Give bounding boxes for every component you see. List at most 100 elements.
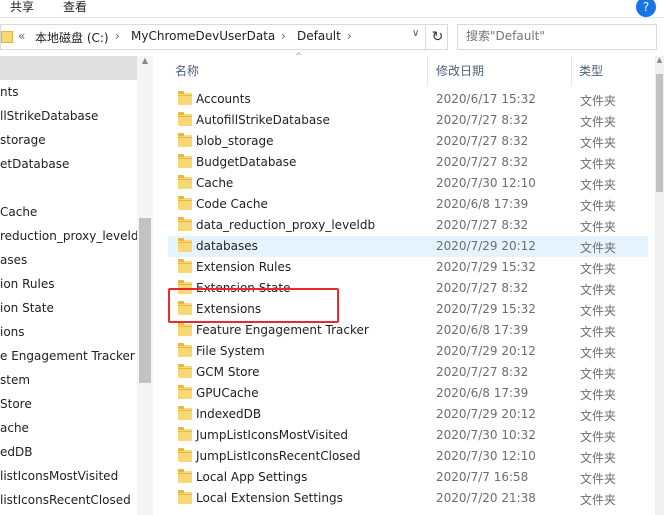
column-header-date[interactable]: 修改日期 [436, 62, 484, 79]
nav-item[interactable]: listIconsRecentClosed [0, 488, 137, 512]
file-row[interactable]: Accounts 2020/6/17 15:32 文件夹 [168, 89, 648, 110]
file-row[interactable]: Cache 2020/7/30 12:10 文件夹 [168, 173, 648, 194]
folder-icon [178, 238, 192, 252]
nav-item[interactable]: ion State [0, 296, 137, 320]
nav-item-label: etDatabase [0, 157, 70, 171]
file-row[interactable]: GPUCache 2020/6/8 17:39 文件夹 [168, 383, 648, 404]
file-row[interactable]: JumpListIconsRecentClosed 2020/7/30 12:10… [168, 446, 648, 467]
nav-scrollbar[interactable]: ▲ [137, 56, 153, 515]
file-type: 文件夹 [580, 283, 617, 297]
file-row[interactable]: Local App Settings 2020/7/7 16:58 文件夹 [168, 467, 648, 488]
file-name: Local App Settings [196, 470, 308, 484]
file-name: File System [196, 344, 265, 358]
breadcrumb-separator[interactable]: › [281, 29, 286, 43]
file-date: 2020/7/30 12:10 [436, 176, 536, 190]
breadcrumb-drive[interactable]: 本地磁盘 (C:) [35, 29, 109, 46]
tab-view[interactable]: 查看 [63, 0, 87, 16]
file-row[interactable]: Local Extension Settings 2020/7/20 21:38 文… [168, 488, 648, 509]
file-row[interactable]: Feature Engagement Tracker 2020/6/8 17:39… [168, 320, 648, 341]
nav-item[interactable]: listIconsMostVisited [0, 464, 137, 488]
breadcrumb-overflow[interactable]: « [18, 29, 25, 43]
file-name: Accounts [196, 92, 251, 106]
file-row[interactable]: IndexedDB 2020/7/29 20:12 文件夹 [168, 404, 648, 425]
file-name: BudgetDatabase [196, 155, 297, 169]
nav-item[interactable]: Cache [0, 200, 137, 224]
file-row[interactable]: blob_storage 2020/7/27 8:32 文件夹 [168, 131, 648, 152]
column-divider[interactable] [427, 56, 428, 86]
highlight-annotation [168, 288, 339, 323]
search-input[interactable] [466, 29, 646, 43]
file-date: 2020/7/27 8:32 [436, 218, 529, 232]
file-row[interactable]: databases 2020/7/29 20:12 文件夹 [168, 236, 648, 257]
file-name: JumpListIconsRecentClosed [196, 449, 361, 463]
nav-item[interactable] [0, 56, 137, 80]
file-row[interactable]: GCM Store 2020/7/27 8:32 文件夹 [168, 362, 648, 383]
folder-icon [178, 196, 192, 210]
file-type: 文件夹 [580, 409, 617, 423]
scroll-up-icon[interactable]: ▲ [655, 56, 664, 64]
nav-item[interactable] [0, 176, 137, 200]
column-header-type[interactable]: 类型 [579, 62, 603, 79]
breadcrumb-separator[interactable]: › [347, 29, 352, 43]
file-row[interactable]: data_reduction_proxy_leveldb 2020/7/27 8:… [168, 215, 648, 236]
nav-item-label: llStrikeDatabase [0, 109, 99, 123]
nav-item[interactable]: ions [0, 320, 137, 344]
nav-item[interactable]: edDB [0, 440, 137, 464]
column-divider[interactable] [571, 56, 572, 86]
nav-item[interactable]: storage [0, 128, 137, 152]
nav-item[interactable]: ion Rules [0, 272, 137, 296]
nav-item[interactable]: Store [0, 392, 137, 416]
content-scrollbar[interactable]: ▲ [655, 56, 664, 515]
file-date: 2020/7/27 8:32 [436, 365, 529, 379]
column-header-name[interactable]: 名称 [175, 62, 199, 79]
nav-scrollbar-thumb[interactable] [139, 218, 151, 383]
file-date: 2020/7/20 21:38 [436, 491, 536, 505]
file-type: 文件夹 [580, 94, 617, 108]
file-date: 2020/7/29 15:32 [436, 302, 536, 316]
nav-item[interactable]: stem [0, 368, 137, 392]
sort-ascending-icon: ^ [295, 52, 303, 62]
scroll-up-icon[interactable]: ▲ [140, 56, 150, 65]
file-name: IndexedDB [196, 407, 262, 421]
file-row[interactable]: File System 2020/7/29 20:12 文件夹 [168, 341, 648, 362]
file-date: 2020/7/30 10:32 [436, 428, 536, 442]
nav-item-label: Cache [0, 205, 38, 219]
file-type: 文件夹 [580, 262, 617, 276]
file-row[interactable]: Extension Rules 2020/7/29 15:32 文件夹 [168, 257, 648, 278]
file-date: 2020/6/8 17:39 [436, 197, 529, 211]
folder-icon [178, 217, 192, 231]
refresh-icon[interactable]: ↻ [425, 25, 449, 51]
address-bar: « 本地磁盘 (C:) › MyChromeDevUserData › Defa… [0, 24, 664, 51]
tab-share[interactable]: 共享 [10, 0, 34, 16]
breadcrumb-userdata[interactable]: MyChromeDevUserData [131, 29, 275, 43]
nav-item[interactable]: reduction_proxy_leveldb [0, 224, 137, 248]
nav-item[interactable]: ache [0, 416, 137, 440]
breadcrumb-separator[interactable]: › [115, 29, 120, 43]
file-type: 文件夹 [580, 199, 617, 213]
chevron-down-icon[interactable]: ∨ [412, 28, 419, 39]
file-type: 文件夹 [580, 157, 617, 171]
content-scrollbar-thumb[interactable] [656, 74, 663, 192]
address-field[interactable]: « 本地磁盘 (C:) › MyChromeDevUserData › Defa… [0, 24, 449, 51]
breadcrumb-default[interactable]: Default [297, 29, 341, 43]
nav-item[interactable]: etDatabase [0, 152, 137, 176]
file-row[interactable]: BudgetDatabase 2020/7/27 8:32 文件夹 [168, 152, 648, 173]
nav-item[interactable]: llStrikeDatabase [0, 104, 137, 128]
nav-item[interactable]: nts [0, 80, 137, 104]
nav-item[interactable]: ases [0, 248, 137, 272]
nav-item[interactable]: e Engagement Tracker [0, 344, 137, 368]
file-name: Code Cache [196, 197, 268, 211]
folder-icon [178, 133, 192, 147]
ribbon: 共享 查看 ? [0, 0, 664, 18]
file-row[interactable]: Code Cache 2020/6/8 17:39 文件夹 [168, 194, 648, 215]
help-icon[interactable]: ? [636, 0, 656, 17]
file-type: 文件夹 [580, 451, 617, 465]
file-type: 文件夹 [580, 346, 617, 360]
folder-icon [178, 490, 192, 504]
file-row[interactable]: AutofillStrikeDatabase 2020/7/27 8:32 文件夹 [168, 110, 648, 131]
file-date: 2020/7/29 20:12 [436, 407, 536, 421]
file-name: databases [196, 239, 258, 253]
file-row[interactable]: JumpListIconsMostVisited 2020/7/30 10:32 文… [168, 425, 648, 446]
file-name: Cache [196, 176, 234, 190]
search-box[interactable] [457, 24, 657, 50]
